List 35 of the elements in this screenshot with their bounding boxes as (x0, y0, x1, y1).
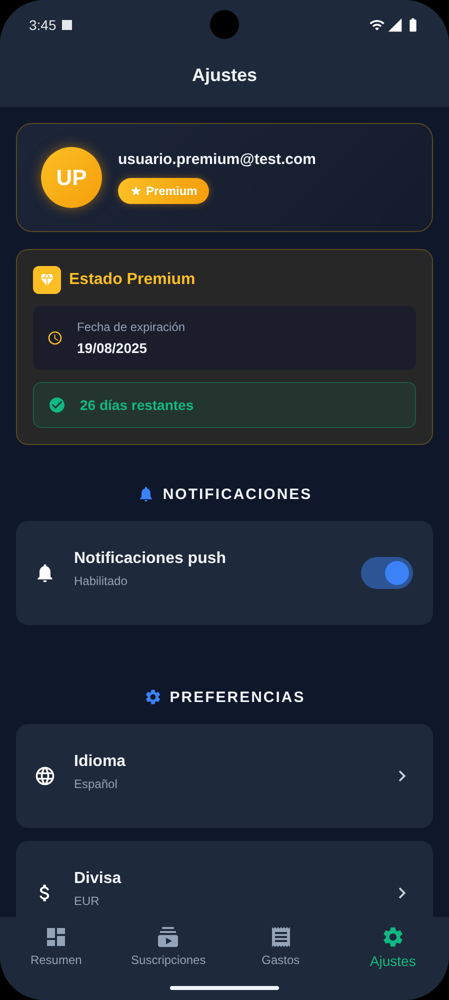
item-title: Divisa (74, 870, 122, 888)
settings-item[interactable]: Divisa EUR (16, 841, 433, 917)
section-title: NOTIFICACIONES (162, 486, 312, 502)
clock-icon (47, 330, 63, 346)
notification-icon (62, 20, 72, 30)
signal-icon (387, 17, 403, 33)
item-subtitle: Español (74, 777, 118, 791)
nav-tab[interactable]: Suscripciones (112, 925, 224, 1000)
wifi-icon (369, 17, 385, 33)
nav-tab[interactable]: Ajustes (336, 925, 449, 1000)
video-stack-icon (156, 925, 180, 949)
gear-icon (144, 688, 162, 706)
item-subtitle: EUR (74, 894, 100, 908)
status-time: 3:45 (29, 17, 56, 33)
avatar: UP (41, 147, 102, 208)
item-subtitle: Habilitado (74, 574, 128, 588)
item-title: Idioma (74, 753, 127, 771)
expiry-label: Fecha de expiración (77, 320, 186, 334)
settings-item[interactable]: Notificaciones push Habilitado (16, 521, 433, 625)
settings-item[interactable]: Idioma Español (16, 724, 433, 828)
section-title: PREFERENCIAS (170, 688, 306, 706)
star-icon (130, 185, 142, 197)
gear-icon (380, 925, 405, 949)
nav-tab[interactable]: Resumen (0, 925, 112, 1000)
item-title: Notificaciones push (74, 550, 228, 568)
nav-tab[interactable]: Gastos (224, 925, 337, 1000)
toggle-switch[interactable] (361, 557, 413, 589)
screen-title: Ajustes (192, 65, 258, 86)
globe-icon (34, 765, 56, 787)
premium-badge: Premium (118, 178, 210, 204)
card-title: Estado Premium (69, 271, 196, 289)
remaining-days: 26 días restantes (80, 397, 194, 413)
user-email: usuario.premium@test.com (118, 151, 316, 168)
camera-cutout (210, 10, 239, 39)
expiry-date: 19/08/2025 (77, 340, 148, 356)
